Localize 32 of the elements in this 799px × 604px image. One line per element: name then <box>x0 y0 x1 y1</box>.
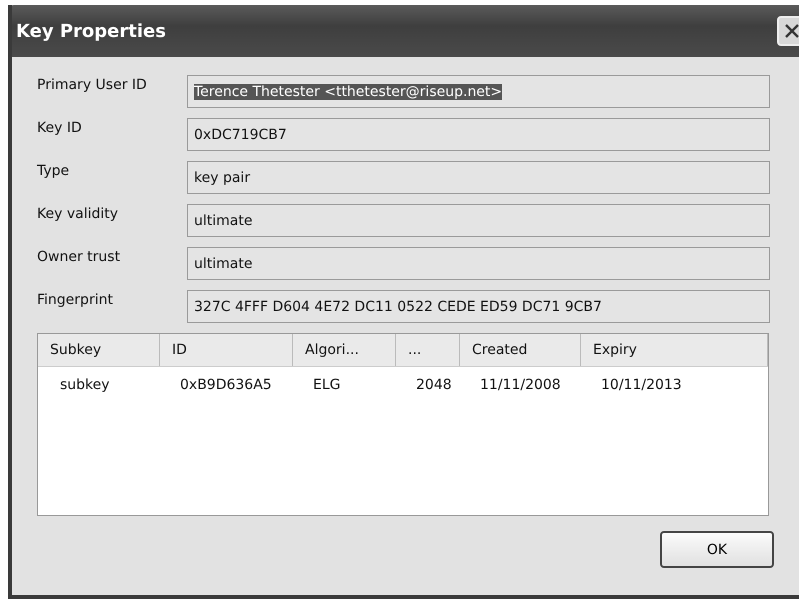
table-cell-text: 0xB9D636A5 <box>179 377 273 393</box>
field-value: ultimate <box>194 212 252 228</box>
field-value: key pair <box>194 170 250 186</box>
table-cell-text: ELG <box>312 377 342 393</box>
field-label: Key validity <box>37 205 120 224</box>
column-header[interactable]: ID <box>160 334 293 366</box>
text-field[interactable]: ultimate <box>187 204 770 237</box>
field-label: Key ID <box>37 119 83 138</box>
ok-button[interactable]: OK <box>660 531 774 568</box>
field-value: 327C 4FFF D604 4E72 DC11 0522 CEDE ED59 DC71 9CB7 <box>194 298 602 314</box>
field-label: Primary User ID <box>37 76 148 95</box>
text-field[interactable]: key pair <box>187 161 770 194</box>
column-header[interactable]: Created <box>460 334 581 366</box>
column-header[interactable]: Algori... <box>293 334 396 366</box>
table-cell-text: 11/11/2008 <box>479 377 562 393</box>
text-field[interactable]: 0xDC719CB7 <box>187 118 770 151</box>
field-label: Type <box>37 162 70 181</box>
text-field[interactable]: 327C 4FFF D604 4E72 DC11 0522 CEDE ED59 DC71 9CB7 <box>187 290 770 323</box>
table-cell-text: subkey <box>59 377 111 393</box>
field-value: Terence Thetester <tthetester@riseup.net> <box>194 84 502 100</box>
field-label: Owner trust <box>37 248 122 267</box>
field-label: Fingerprint <box>37 291 114 310</box>
text-field[interactable]: ultimate <box>187 247 770 280</box>
field-value: 0xDC719CB7 <box>194 126 287 142</box>
window-title: Key Properties <box>16 20 166 42</box>
table-cell-text: 10/11/2013 <box>600 377 683 393</box>
text-field[interactable]: Terence Thetester <tthetester@riseup.net> <box>187 75 770 108</box>
column-header[interactable]: Subkey <box>38 334 160 366</box>
table-cell-text: 2048 <box>415 377 453 393</box>
field-value: ultimate <box>194 256 252 272</box>
column-header[interactable]: ... <box>396 334 460 366</box>
column-header[interactable]: Expiry <box>581 334 768 366</box>
